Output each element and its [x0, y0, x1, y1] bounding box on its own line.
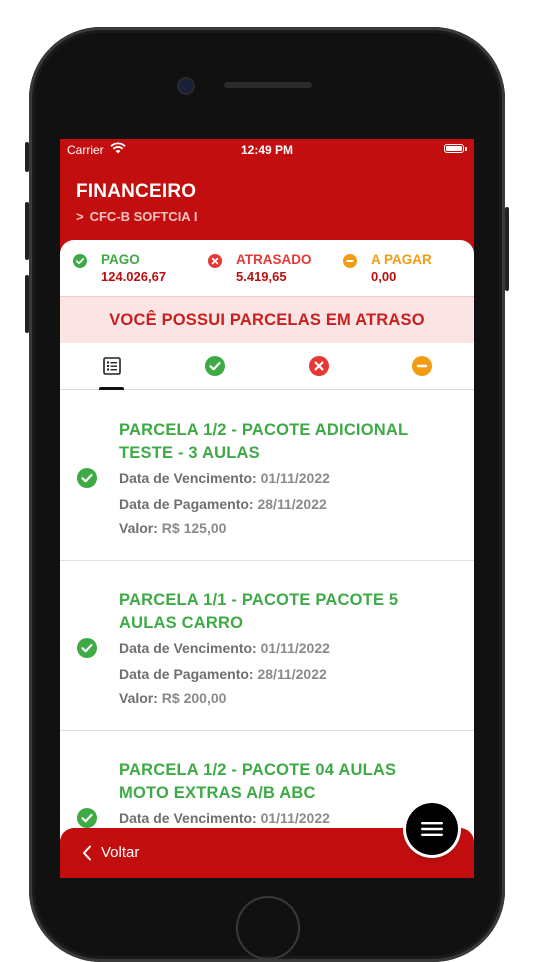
check-circle-icon — [77, 468, 97, 488]
summary-bar: PAGO 124.026,67 ATRASADO 5.419,65 A PAGA… — [60, 240, 474, 296]
installment-list[interactable]: PARCELA 1/2 - PACOTE ADICIONAL TESTE - 3… — [60, 391, 474, 878]
check-circle-icon — [77, 638, 97, 658]
tab-overdue[interactable] — [267, 342, 371, 390]
due-date-label: Data de Vencimento: — [119, 810, 257, 826]
x-circle-icon — [308, 356, 329, 376]
due-date-line: Data de Vencimento: 01/11/2022 — [119, 810, 330, 826]
list-item[interactable]: PARCELA 1/1 - PACOTE PACOTE 5 AULAS CARR… — [60, 561, 474, 731]
check-circle-icon — [205, 356, 226, 376]
back-button[interactable]: Voltar — [82, 844, 139, 861]
due-date-label: Data de Vencimento: — [119, 470, 257, 486]
amount-value: R$ 125,00 — [161, 520, 227, 536]
installment-title: PARCELA 1/2 - PACOTE ADICIONAL TESTE - 3… — [119, 421, 408, 462]
app-screen: Carrier 12:49 PM FINANCEIRO > CFC-B SOFT… — [60, 139, 474, 878]
home-button[interactable] — [236, 896, 300, 960]
payment-date-line: Data de Pagamento: 28/11/2022 — [119, 496, 327, 512]
payment-date-value: 28/11/2022 — [257, 666, 327, 682]
installment-title: PARCELA 1/1 - PACOTE PACOTE 5 AULAS CARR… — [119, 591, 399, 632]
due-date-label: Data de Vencimento: — [119, 640, 257, 656]
installment-title: PARCELA 1/2 - PACOTE 04 AULAS MOTO EXTRA… — [119, 761, 397, 802]
app-header: Carrier 12:49 PM FINANCEIRO > CFC-B SOFT… — [60, 139, 474, 254]
volume-up-button — [25, 202, 29, 260]
earpiece-speaker — [224, 82, 312, 88]
back-button-label: Voltar — [101, 844, 140, 861]
summary-overdue-value: 5.419,65 — [236, 269, 287, 284]
summary-paid-value: 124.026,67 — [101, 269, 167, 284]
tab-to-pay[interactable] — [371, 342, 475, 390]
amount-value: R$ 200,00 — [161, 690, 227, 706]
due-date-line: Data de Vencimento: 01/11/2022 — [119, 470, 330, 486]
filter-tabs — [60, 342, 474, 390]
due-date-value: 01/11/2022 — [260, 640, 330, 656]
x-circle-icon — [208, 254, 222, 268]
status-bar: Carrier 12:49 PM — [60, 139, 474, 161]
front-camera — [179, 79, 193, 93]
power-button — [505, 207, 509, 291]
chevron-left-icon — [83, 845, 91, 860]
check-circle-icon — [73, 254, 87, 268]
list-item[interactable]: PARCELA 1/2 - PACOTE ADICIONAL TESTE - 3… — [60, 391, 474, 561]
page-title: FINANCEIRO — [76, 181, 197, 202]
chevron-right-icon: > — [76, 209, 84, 224]
summary-to-pay-label: A PAGAR — [371, 252, 432, 267]
tab-all[interactable] — [60, 342, 164, 390]
tab-paid[interactable] — [164, 342, 268, 390]
list-icon — [102, 357, 121, 375]
due-date-value: 01/11/2022 — [260, 470, 330, 486]
volume-down-button — [25, 275, 29, 333]
mute-switch — [25, 142, 29, 172]
amount-line: Valor: R$ 200,00 — [119, 690, 226, 706]
payment-date-label: Data de Pagamento: — [119, 666, 254, 682]
summary-to-pay-value: 0,00 — [371, 269, 397, 284]
breadcrumb-label: CFC-B SOFTCIA I — [89, 209, 198, 224]
summary-overdue-label: ATRASADO — [236, 252, 312, 267]
payment-date-line: Data de Pagamento: 28/11/2022 — [119, 666, 327, 682]
amount-label: Valor: — [119, 520, 158, 536]
menu-icon — [421, 822, 443, 836]
overdue-alert-banner: VOCÊ POSSUI PARCELAS EM ATRASO — [60, 296, 474, 343]
amount-label: Valor: — [119, 690, 158, 706]
minus-circle-icon — [412, 356, 433, 376]
due-date-line: Data de Vencimento: 01/11/2022 — [119, 640, 330, 656]
due-date-value: 01/11/2022 — [260, 810, 330, 826]
menu-fab-button[interactable] — [406, 803, 458, 855]
battery-icon — [444, 144, 467, 153]
minus-circle-icon — [343, 254, 357, 268]
check-circle-icon — [77, 808, 97, 828]
amount-line: Valor: R$ 125,00 — [119, 520, 226, 536]
clock: 12:49 PM — [240, 143, 294, 157]
payment-date-value: 28/11/2022 — [257, 496, 327, 512]
payment-date-label: Data de Pagamento: — [119, 496, 254, 512]
summary-paid-label: PAGO — [101, 252, 140, 267]
breadcrumb[interactable]: > CFC-B SOFTCIA I — [76, 209, 197, 224]
